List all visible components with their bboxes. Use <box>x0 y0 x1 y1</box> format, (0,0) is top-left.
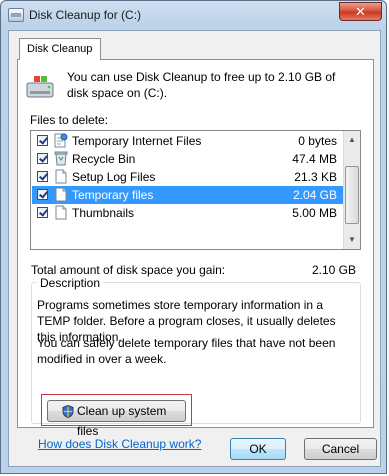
list-item[interactable]: Setup Log Files 21.3 KB <box>32 168 343 186</box>
ok-button[interactable]: OK <box>230 438 286 460</box>
disk-cleanup-app-icon <box>8 8 24 22</box>
file-name: Setup Log Files <box>72 170 156 184</box>
clean-up-system-files-label: Clean up system files <box>77 404 167 438</box>
scrollbar-thumb[interactable] <box>345 166 359 224</box>
list-item-selected[interactable]: Temporary files 2.04 GB <box>32 186 343 204</box>
internet-files-icon <box>54 133 68 148</box>
drive-icon <box>26 76 54 98</box>
file-size: 0 bytes <box>298 134 337 148</box>
checkbox[interactable] <box>37 171 48 182</box>
cancel-button[interactable]: Cancel <box>304 438 377 460</box>
scroll-down-arrow-icon[interactable]: ▼ <box>344 232 360 248</box>
close-button[interactable]: ✕ <box>339 2 382 21</box>
file-size: 47.4 MB <box>292 152 337 166</box>
checkbox[interactable] <box>37 135 48 146</box>
tab-disk-cleanup[interactable]: Disk Cleanup <box>19 38 101 60</box>
file-size: 2.04 GB <box>292 188 337 202</box>
files-to-delete-label: Files to delete: <box>30 113 109 127</box>
title-bar[interactable]: Disk Cleanup for (C:) ✕ <box>1 1 386 29</box>
checkbox[interactable] <box>37 153 48 164</box>
list-item[interactable]: Thumbnails 5.00 MB <box>32 204 343 222</box>
description-paragraph-2: You can safely delete temporary files th… <box>37 336 336 366</box>
files-to-delete-list[interactable]: Temporary Internet Files 0 bytes Recycle… <box>30 130 361 250</box>
file-name: Temporary Internet Files <box>72 134 202 148</box>
file-name: Recycle Bin <box>72 152 136 166</box>
help-link[interactable]: How does Disk Cleanup work? <box>38 437 201 451</box>
total-space-value: 2.10 GB <box>311 263 356 277</box>
description-title: Description <box>37 276 104 290</box>
checkbox[interactable] <box>37 189 48 200</box>
document-icon <box>55 169 67 184</box>
uac-shield-icon <box>62 405 74 418</box>
dialog-client-area: Disk Cleanup You can use Disk Cleanup to… <box>8 30 381 467</box>
file-name: Thumbnails <box>72 206 135 220</box>
list-item[interactable]: Recycle Bin 47.4 MB <box>32 150 343 168</box>
window-title: Disk Cleanup for (C:) <box>29 8 142 22</box>
recycle-bin-icon <box>54 151 68 166</box>
list-scrollbar[interactable]: ▲ ▼ <box>343 131 360 249</box>
total-space-label: Total amount of disk space you gain: <box>31 263 226 277</box>
disk-cleanup-window: Disk Cleanup for (C:) ✕ Disk Cleanup You… <box>0 0 387 474</box>
clean-up-system-files-button[interactable]: Clean up system files <box>47 400 186 438</box>
file-name: Temporary files <box>72 188 154 202</box>
file-size: 5.00 MB <box>292 206 337 220</box>
list-item[interactable]: Temporary Internet Files 0 bytes <box>32 132 343 150</box>
scroll-up-arrow-icon[interactable]: ▲ <box>344 132 360 148</box>
intro-text: You can use Disk Cleanup to free up to 2… <box>67 70 336 100</box>
document-icon <box>55 205 67 220</box>
document-icon <box>55 187 67 202</box>
checkbox[interactable] <box>37 207 48 218</box>
file-size: 21.3 KB <box>294 170 337 184</box>
